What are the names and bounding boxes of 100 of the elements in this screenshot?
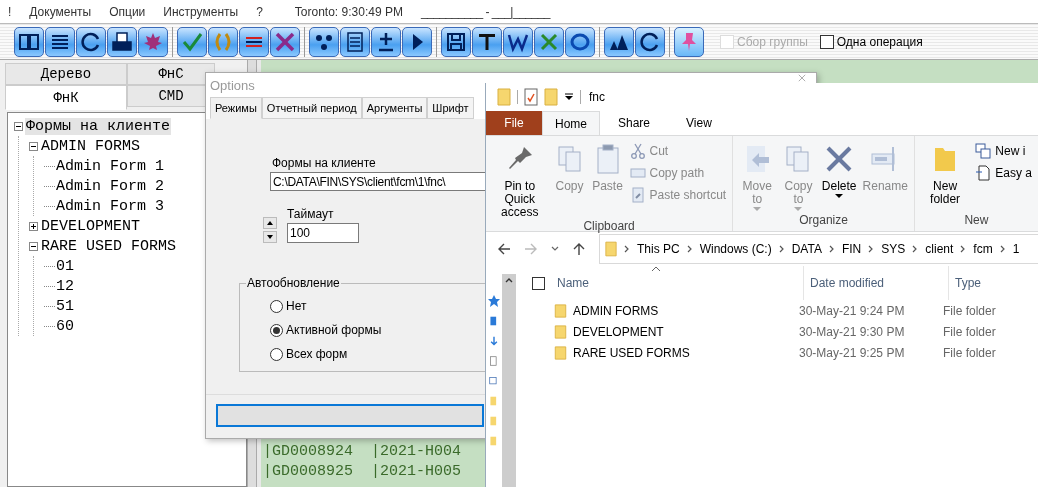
dialog-tab[interactable]: Аргументы: [361, 97, 428, 119]
toolbar-button[interactable]: [138, 26, 168, 57]
menu-item[interactable]: !: [8, 4, 12, 19]
document-icon[interactable]: [489, 354, 499, 368]
radio-button[interactable]: Всех форм: [270, 342, 348, 366]
back-arrow-icon[interactable]: [497, 242, 511, 256]
collapse-icon[interactable]: [29, 141, 38, 151]
up-arrow-icon[interactable]: [572, 242, 586, 256]
tree-item[interactable]: Формы на клиенте: [25, 117, 172, 135]
tree-item[interactable]: ADMIN FORMS: [40, 137, 142, 155]
breadcrumb[interactable]: SYS: [881, 242, 906, 256]
toolbar-button[interactable]: [635, 26, 665, 57]
picture-icon[interactable]: [489, 374, 499, 388]
tree-item[interactable]: RARE USED FORMS: [40, 237, 178, 255]
tree-item[interactable]: Admin Form 1: [55, 157, 166, 175]
toolbar-button[interactable]: [239, 26, 269, 57]
dialog-tab[interactable]: Режимы: [210, 97, 262, 119]
column-header[interactable]: Date modified: [804, 266, 949, 300]
address-bar[interactable]: This PC Windows (C:) DATA FIN SYS client fcm 1: [599, 234, 1038, 264]
breadcrumb[interactable]: Windows (C:): [699, 242, 772, 256]
column-header[interactable]: Type: [949, 266, 1038, 300]
chevron-right-icon: [778, 245, 785, 253]
tree-item[interactable]: 01: [55, 257, 75, 275]
collapse-icon[interactable]: [29, 241, 38, 251]
toolbar-button[interactable]: [76, 26, 106, 57]
chevron-down-icon[interactable]: [551, 246, 559, 252]
toolbar-button[interactable]: [270, 26, 300, 57]
toolbar-button[interactable]: [604, 26, 634, 57]
timeout-field[interactable]: 100: [287, 223, 359, 243]
shortcut-icon: [629, 186, 646, 203]
ribbon-button[interactable]: Delete: [819, 139, 859, 213]
radio-button[interactable]: Нет: [270, 294, 307, 318]
breadcrumb[interactable]: client: [925, 242, 954, 256]
checkbox[interactable]: Одна операция: [819, 34, 923, 49]
folder-icon: [554, 303, 567, 318]
menu-item[interactable]: Опции: [109, 4, 146, 19]
dialog-tab[interactable]: Шрифт: [427, 97, 474, 119]
star-icon[interactable]: [487, 294, 501, 308]
toolbar-button[interactable]: [472, 26, 502, 57]
download-arrow-icon[interactable]: [489, 334, 499, 348]
ribbon-button[interactable]: New i: [973, 141, 1034, 160]
ribbon-button[interactable]: New folder: [918, 139, 972, 213]
file-name[interactable]: RARE USED FORMS: [573, 345, 799, 360]
toolbar-button[interactable]: [565, 26, 595, 57]
dialog-tab[interactable]: Отчетный период: [261, 97, 362, 119]
radio-button[interactable]: Активной формы: [270, 318, 382, 342]
tree-item[interactable]: Admin Form 2: [55, 177, 166, 195]
panel-tab[interactable]: Дерево: [5, 63, 127, 85]
tree-item[interactable]: 60: [55, 317, 75, 335]
file-name[interactable]: ADMIN FORMS: [573, 303, 799, 318]
properties-icon[interactable]: [524, 88, 538, 106]
toolbar-button[interactable]: [309, 26, 339, 57]
toolbar-button[interactable]: [340, 26, 370, 57]
scrollbar[interactable]: [502, 274, 516, 487]
ribbon-tab[interactable]: Home: [542, 111, 600, 135]
printer-icon: [111, 30, 133, 53]
breadcrumb[interactable]: fcm: [973, 242, 993, 256]
toolbar-button[interactable]: [371, 26, 401, 57]
breadcrumb[interactable]: DATA: [791, 242, 822, 256]
toolbar-button[interactable]: [503, 26, 533, 57]
file-name[interactable]: DEVELOPMENT: [573, 324, 799, 339]
expand-icon[interactable]: [29, 221, 38, 231]
toolbar-button[interactable]: [45, 26, 75, 57]
date-cell-text: 30-May-21 9:30 PM: [799, 324, 906, 339]
breadcrumb[interactable]: This PC: [637, 242, 680, 256]
tree-item[interactable]: DEVELOPMENT: [40, 217, 142, 235]
toolbar-button[interactable]: [14, 26, 44, 57]
dialog-button[interactable]: [216, 404, 484, 427]
ribbon-group-label: Organize: [798, 213, 849, 229]
dropdown-icon[interactable]: [564, 92, 574, 102]
file-menu-tab[interactable]: File: [486, 111, 542, 135]
panel-tab[interactable]: ФнК: [5, 85, 127, 110]
select-all-checkbox[interactable]: [532, 276, 545, 290]
toolbar-button[interactable]: [402, 26, 432, 57]
spinner[interactable]: [263, 217, 277, 243]
collapse-icon[interactable]: [14, 121, 23, 131]
menu-item[interactable]: ?: [256, 4, 263, 19]
breadcrumb[interactable]: 1: [1012, 242, 1020, 256]
menu-item[interactable]: Инструменты: [163, 4, 239, 19]
breadcrumb[interactable]: FIN: [841, 242, 862, 256]
sort-caret-icon: [651, 266, 661, 272]
chevron-right-icon: [912, 245, 919, 253]
date-cell-text: 30-May-21 9:25 PM: [799, 345, 906, 360]
ribbon-button[interactable]: Pin to Quick access: [490, 139, 550, 219]
chevron-up-icon[interactable]: [505, 277, 513, 283]
toolbar-button[interactable]: [107, 26, 137, 57]
menu-item[interactable]: Документы: [29, 4, 92, 19]
path-field[interactable]: C:\DATA\FIN\SYS\client\fcm\1\fnc\: [270, 172, 488, 191]
folder-icon: [554, 324, 567, 339]
tree-item[interactable]: Admin Form 3: [55, 197, 166, 215]
chevron-right-icon: [624, 245, 630, 253]
device-icon[interactable]: [489, 314, 499, 328]
ribbon-button[interactable]: Easy a: [973, 163, 1034, 182]
tree-item[interactable]: 12: [55, 277, 75, 295]
scissors-icon: [629, 142, 646, 159]
chevron-right-icon: [686, 245, 693, 253]
toolbar-button[interactable]: [441, 26, 471, 57]
chevron-right-icon: [828, 245, 835, 253]
tree-item[interactable]: 51: [55, 297, 75, 315]
column-header[interactable]: Name: [551, 266, 804, 300]
